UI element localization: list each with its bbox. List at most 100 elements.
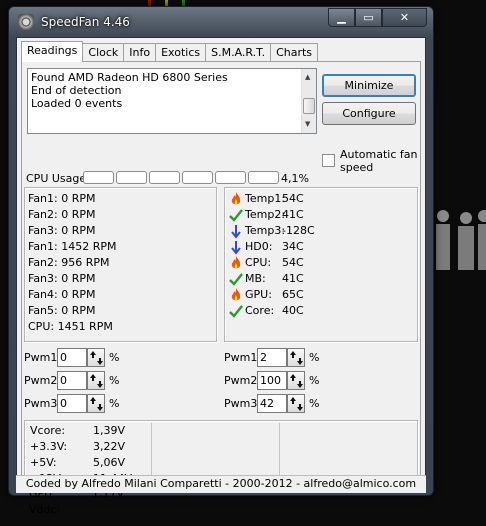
pwm-value-input[interactable]: 0 (57, 348, 87, 367)
automatic-fan-speed-label: Automatic fan speed (340, 148, 418, 174)
pwm-label: Pwm2: (24, 374, 62, 387)
title-bar[interactable]: SpeedFan 4.46 ▁ ▭ ✕ (9, 7, 433, 37)
pwm-spinner[interactable] (287, 394, 305, 413)
temp-reading: Temp3: -128C (229, 223, 409, 239)
cpu-meter-cell (182, 171, 213, 184)
cpu-meter-cell (83, 171, 114, 184)
tab-exotics[interactable]: Exotics (155, 43, 207, 62)
status-bar: Coded by Alfredo Milani Comparetti - 200… (16, 475, 426, 493)
voltage-value: 1,39V (93, 424, 126, 437)
temp-name: Temp2: (245, 208, 286, 221)
cpu-meter-cell (149, 171, 180, 184)
speedfan-app-icon (18, 14, 34, 30)
temp-value: 41C (282, 272, 304, 285)
up-down-arrows-icon (290, 374, 303, 388)
log-line: Loaded 0 events (31, 97, 123, 110)
fan-reading: Fan4: 0 RPM (28, 288, 96, 301)
temp-name: Temp3: (245, 224, 286, 237)
pwm-value-input[interactable]: 42 (257, 394, 287, 413)
pwm-unit: % (309, 374, 320, 387)
pwm-unit: % (109, 397, 120, 410)
up-down-arrows-icon (290, 351, 303, 365)
temp-value: 65C (282, 288, 304, 301)
pwm-control-left-3: Pwm3: 0 % (24, 394, 144, 414)
scroll-down-icon[interactable]: ▼ (305, 118, 310, 131)
minimize-window-button[interactable]: ▁ (328, 8, 355, 27)
automatic-fan-speed-checkbox[interactable] (322, 154, 335, 167)
log-scrollbar[interactable]: ▲ ▼ (301, 69, 316, 133)
temp-reading: CPU: 54C (229, 255, 409, 271)
window-title: SpeedFan 4.46 (41, 15, 130, 29)
pwm-unit: % (309, 351, 320, 364)
temp-value: -128C (282, 224, 315, 237)
cpu-meter-cell (215, 171, 246, 184)
temp-name: GPU: (245, 288, 272, 301)
temp-reading: Temp1: 54C (229, 191, 409, 207)
pwm-spinner[interactable] (287, 348, 305, 367)
configure-button[interactable]: Configure (322, 102, 416, 125)
pwm-spinner[interactable] (87, 348, 105, 367)
pwm-value-input[interactable]: 2 (257, 348, 287, 367)
pwm-unit: % (309, 397, 320, 410)
temp-name: HD0: (245, 240, 273, 253)
temp-name: Temp1: (245, 192, 286, 205)
client-area: Readings Clock Info Exotics S.M.A.R.T. C… (16, 37, 426, 516)
log-line: End of detection (31, 84, 122, 97)
temp-value: 34C (282, 240, 304, 253)
pwm-spinner[interactable] (87, 371, 105, 390)
temp-reading: MB: 41C (229, 271, 409, 287)
pwm-label: Pwm3: (24, 397, 62, 410)
fan-reading: Fan1: 0 RPM (28, 192, 96, 205)
maximize-window-button[interactable]: ▭ (355, 8, 382, 27)
pwm-unit: % (109, 351, 120, 364)
pwm-value-input[interactable]: 0 (57, 394, 87, 413)
check-icon (229, 209, 243, 222)
up-down-arrows-icon (90, 397, 103, 411)
tab-clock[interactable]: Clock (82, 43, 125, 62)
voltage-name: +3.3V: (30, 440, 68, 453)
log-line: Found AMD Radeon HD 6800 Series (31, 71, 228, 84)
fan-reading: Fan1: 1452 RPM (28, 240, 117, 253)
tab-readings[interactable]: Readings (21, 41, 84, 62)
fan-reading: Fan2: 0 RPM (28, 208, 96, 221)
pwm-spinner[interactable] (87, 394, 105, 413)
up-down-arrows-icon (90, 351, 103, 365)
temp-reading: HD0: 34C (229, 239, 409, 255)
pwm-value-input[interactable]: 0 (57, 371, 87, 390)
event-log[interactable]: Found AMD Radeon HD 6800 Series End of d… (27, 68, 317, 134)
tab-strip: Readings Clock Info Exotics S.M.A.R.T. C… (21, 41, 319, 62)
cpu-usage-label: CPU Usage (26, 172, 87, 185)
pwm-control-left-1: Pwm1: 0 % (24, 348, 144, 368)
fan-reading: Fan3: 0 RPM (28, 272, 96, 285)
pwm-label: Pwm3: (224, 397, 262, 410)
flame-icon (231, 288, 241, 301)
cpu-meter-cell (116, 171, 147, 184)
minimize-button[interactable]: Minimize (322, 74, 416, 97)
cpu-usage-value: 4,1% (281, 172, 309, 185)
temp-name: MB: (245, 272, 266, 285)
temp-reading: Temp2: 41C (229, 207, 409, 223)
voltage-value: 3,22V (93, 440, 126, 453)
flame-icon (231, 192, 241, 205)
flame-icon (231, 256, 241, 269)
up-down-arrows-icon (290, 397, 303, 411)
pwm-value-input[interactable]: 100 (257, 371, 287, 390)
fan-speeds-group: Fan1: 0 RPM Fan2: 0 RPM Fan3: 0 RPM Fan1… (24, 187, 217, 342)
tab-charts[interactable]: Charts (270, 43, 319, 62)
temp-reading: Core: 40C (229, 303, 409, 319)
check-icon (229, 305, 243, 318)
pwm-control-right-2: Pwm2: 100 % (224, 371, 344, 391)
fan-reading: Fan3: 0 RPM (28, 224, 96, 237)
tab-smart[interactable]: S.M.A.R.T. (205, 43, 272, 62)
voltage-name: +5V: (30, 456, 57, 469)
pwm-control-left-2: Pwm2: 0 % (24, 371, 144, 391)
pwm-spinner[interactable] (287, 371, 305, 390)
scroll-up-icon[interactable]: ▲ (305, 71, 310, 84)
desktop-wallpaper-figures (434, 200, 486, 320)
pwm-label: Pwm1: (24, 351, 62, 364)
temp-value: 41C (282, 208, 304, 221)
close-window-button[interactable]: ✕ (382, 8, 427, 27)
scroll-thumb[interactable] (303, 98, 315, 114)
tab-info[interactable]: Info (123, 43, 157, 62)
temp-name: Core: (245, 304, 275, 317)
